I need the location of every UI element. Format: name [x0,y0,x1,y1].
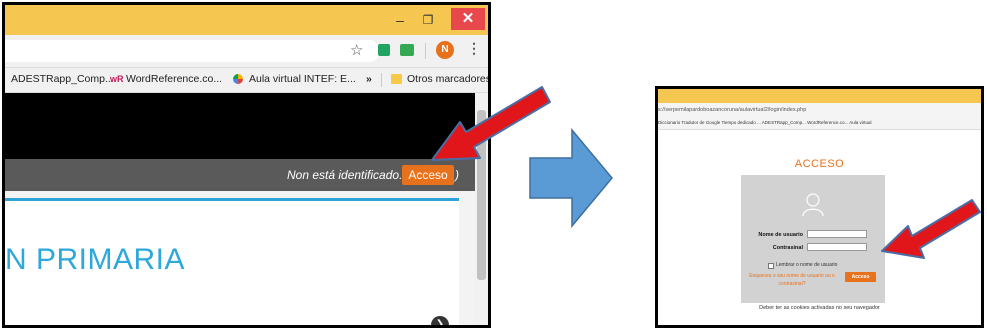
star-icon[interactable]: ☆ [350,41,363,59]
not-identified-text: Non está identificado. ( [287,168,410,182]
address-bar[interactable]: s://serpemilapardoboazancoruna/aulavirtu… [658,103,981,117]
bookmark-item[interactable]: Aula virtual INTEF: E... [249,73,356,85]
address-bar-row: ☆ N ⋮ [5,35,488,68]
login-submit-button[interactable]: Acceso [845,272,876,282]
username-field[interactable] [807,230,867,238]
password-label: Contrasinal [772,245,803,251]
divider [425,43,426,59]
remember-checkbox[interactable] [768,263,774,269]
forgot-password-link[interactable]: Esqueceu o seu nome de usuario ou o cont… [744,272,840,288]
window-title-bar [658,89,981,103]
extension-icon[interactable] [378,44,390,56]
bookmarks-overflow-icon[interactable]: » [366,73,372,85]
site-header [5,93,475,159]
bookmarks-bar: Diccionario Tradutor de Google Tiempo de… [658,117,981,130]
cookies-note: Deber ter as cookies activadas no seu na… [759,305,880,311]
intef-icon [233,74,243,84]
wordreference-icon: wR [110,74,124,84]
address-input[interactable] [5,40,380,62]
left-screenshot: – ❐ ✕ ☆ N ⋮ ADESTRapp_Comp... wR WordRef… [2,2,491,328]
bookmarks-bar: ADESTRapp_Comp... wR WordReference.co...… [5,68,488,93]
divider [381,73,382,87]
bookmark-item[interactable]: WordReference.co... [126,73,222,85]
extension-icon[interactable] [400,44,414,56]
folder-icon [391,74,402,84]
scroll-next-icon[interactable]: ❯ [431,316,449,325]
bookmark-item[interactable]: ADESTRapp_Comp... [11,73,114,85]
menu-kebab-icon[interactable]: ⋮ [467,40,481,57]
remember-label: Lembrar o nome de usuario [776,262,838,268]
red-arrow-icon [881,199,981,259]
window-title-bar [5,5,488,35]
password-field[interactable] [807,243,867,251]
minimize-button[interactable]: – [389,11,411,29]
username-label: Nome de usuario [758,232,803,238]
user-avatar-icon [802,193,824,216]
maximize-button[interactable]: ❐ [417,11,439,29]
close-button[interactable]: ✕ [451,8,485,30]
login-title: ACCESO [794,158,845,170]
page-heading: N PRIMARIA [5,243,186,276]
blue-arrow-icon [529,128,613,228]
profile-avatar-icon[interactable]: N [436,41,454,59]
